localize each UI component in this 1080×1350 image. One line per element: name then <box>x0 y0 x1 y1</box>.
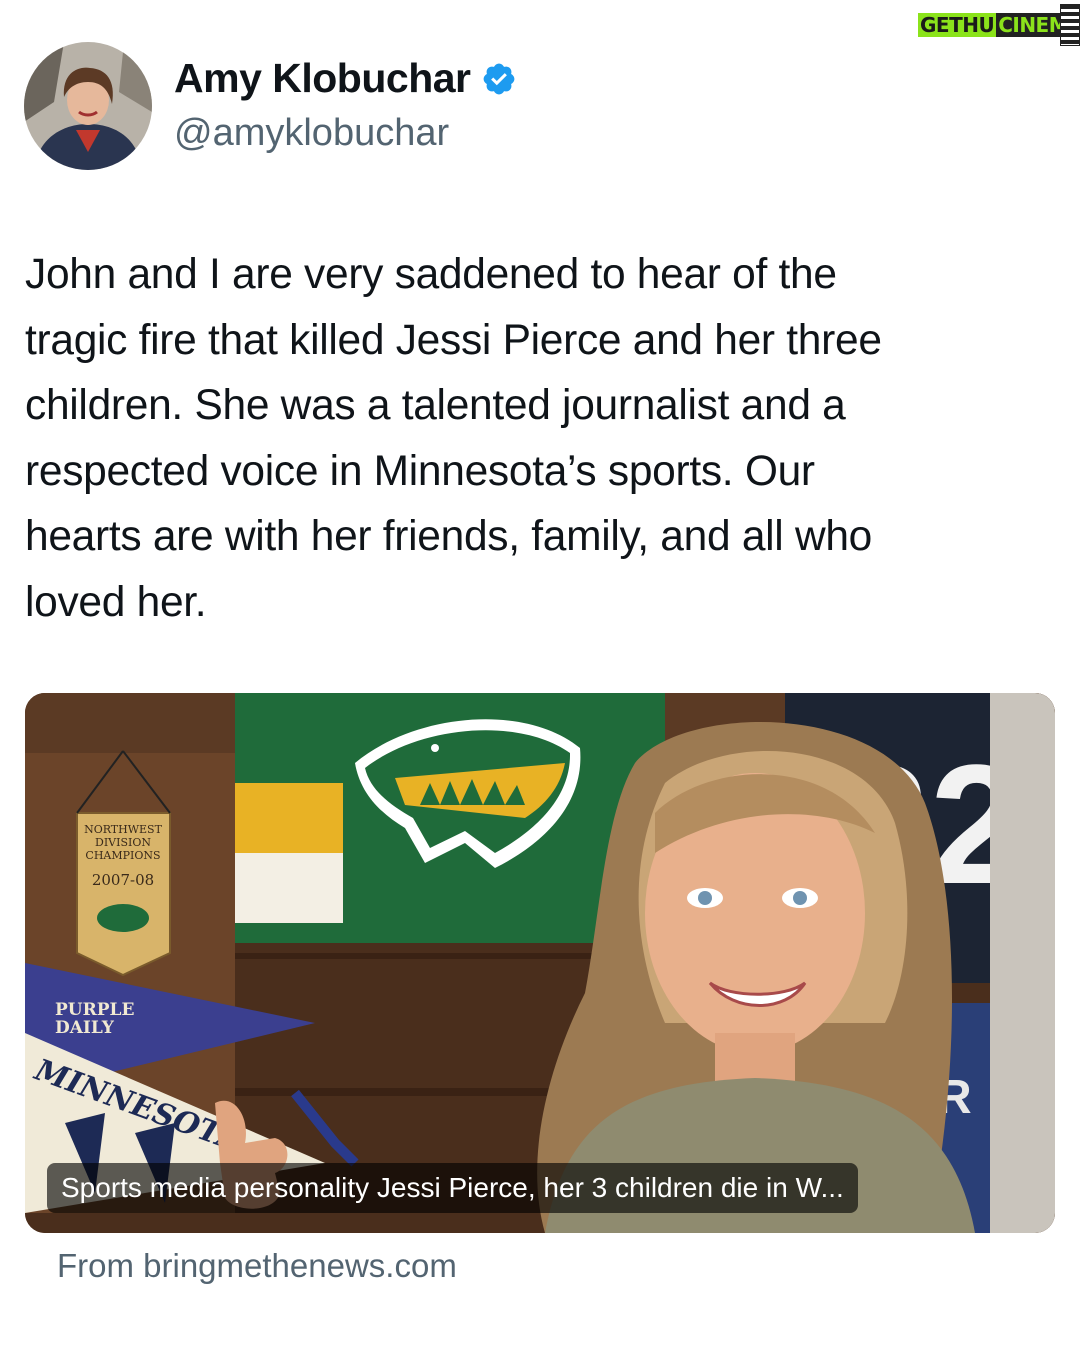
link-card-caption: Sports media personality Jessi Pierce, h… <box>47 1163 858 1213</box>
banner-line-2: DIVISION <box>95 836 151 849</box>
banner-line-1: NORTHWEST <box>84 823 163 836</box>
pennant-1-line-2: DAILY <box>55 1018 115 1038</box>
banner-year: 2007-08 <box>92 871 154 889</box>
pennant-1-line-1: PURPLE <box>55 1000 134 1020</box>
watermark-logo: GETHU CINEMA <box>918 4 1080 46</box>
avatar-photo <box>24 42 152 170</box>
tweet-text: John and I are very saddened to hear of … <box>25 251 882 626</box>
avatar[interactable] <box>24 42 152 170</box>
film-strip-icon <box>1060 4 1080 46</box>
link-source[interactable]: From bringmethenews.com <box>57 1247 457 1285</box>
author-name[interactable]: Amy Klobuchar <box>174 55 471 102</box>
author-handle[interactable]: @amyklobuchar <box>174 112 449 155</box>
link-card[interactable]: NORTHWEST DIVISION CHAMPIONS 2007-08 22 … <box>25 693 1055 1233</box>
link-card-image: NORTHWEST DIVISION CHAMPIONS 2007-08 22 … <box>25 693 1055 1233</box>
verified-badge-icon <box>483 63 514 94</box>
author-row: Amy Klobuchar <box>174 55 517 102</box>
watermark-left: GETHU <box>918 13 997 37</box>
banner-line-3: CHAMPIONS <box>85 849 160 862</box>
